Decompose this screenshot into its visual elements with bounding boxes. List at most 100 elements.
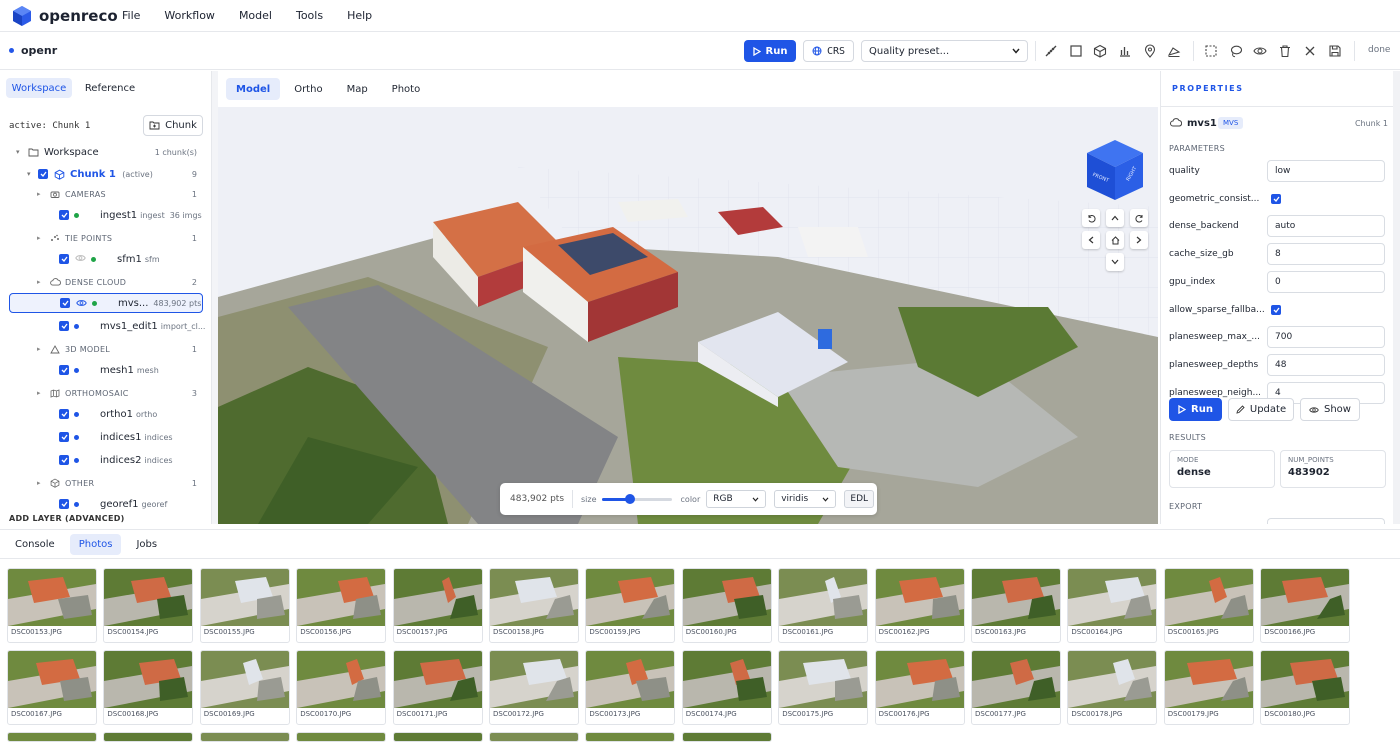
tab-jobs[interactable]: Jobs [127,534,166,555]
photo-thumbnail[interactable] [296,732,387,742]
photo-thumbnail[interactable] [489,732,579,742]
cube-icon[interactable] [1093,44,1107,58]
rotate-left-button[interactable] [1082,209,1100,227]
expand-arrow-icon[interactable]: ▸ [37,190,41,198]
layer-checkbox[interactable] [59,409,69,419]
param-checkbox[interactable] [1271,193,1281,204]
photo-thumbnail[interactable]: DSC00167.JPG [7,650,97,725]
square-icon[interactable] [1069,44,1083,58]
photo-thumbnail[interactable]: DSC00173.JPG [585,650,676,725]
tab-photo[interactable]: Photo [382,78,431,100]
visibility-eye-icon[interactable] [75,254,86,262]
layer-checkbox[interactable] [59,210,69,220]
photo-thumbnail[interactable]: DSC00179.JPG [1163,650,1254,725]
photo-thumbnail[interactable]: DSC00159.JPG [585,568,676,643]
toolbar-run-button[interactable]: Run [744,40,796,62]
tree-layer-item[interactable]: georef1 georef [0,494,211,514]
close-icon[interactable] [1303,44,1317,58]
photo-thumbnail[interactable]: DSC00168.JPG [103,650,194,725]
model-viewport[interactable]: FRONT RIGHT [218,107,1158,524]
tree-layer-item[interactable]: mesh1 mesh [0,360,211,380]
tab-workspace[interactable]: Workspace [6,78,72,98]
tree-layer-item[interactable]: indices1 indices [0,427,211,447]
menu-model[interactable]: Model [239,9,272,22]
param-input[interactable]: 8 [1267,243,1385,266]
photo-thumbnail[interactable]: DSC00174.JPG [681,650,772,725]
photo-thumbnail[interactable]: DSC00163.JPG [971,568,1061,643]
eye-icon[interactable] [1253,44,1267,58]
param-input[interactable]: auto [1267,215,1385,238]
tab-photos[interactable]: Photos [69,533,122,555]
pin-icon[interactable] [1143,44,1157,58]
quality-preset-select[interactable]: Quality preset... [861,40,1028,62]
photo-thumbnail[interactable]: DSC00165.JPG [1163,568,1254,643]
tree-group-dense-cloud[interactable]: ▸ DENSE CLOUD 2 [0,272,211,292]
expand-arrow-icon[interactable]: ▾ [16,148,20,156]
properties-scrollbar[interactable] [1393,71,1400,524]
expand-arrow-icon[interactable]: ▸ [37,389,41,397]
photo-thumbnail[interactable]: DSC00156.JPG [296,568,387,643]
expand-arrow-icon[interactable]: ▸ [37,479,41,487]
ruler-icon[interactable] [1044,44,1058,58]
run-button[interactable]: Run [1169,398,1222,421]
layer-checkbox[interactable] [59,455,69,465]
photo-thumbnail[interactable] [681,732,772,742]
tree-group-orthomosaic[interactable]: ▸ ORTHOMOSAIC 3 [0,383,211,403]
tree-layer-item[interactable]: ortho1 ortho [0,404,211,424]
pan-right-button[interactable] [1130,231,1148,249]
pan-down-button[interactable] [1106,253,1124,271]
tree-group-cameras[interactable]: ▸ CAMERAS 1 [0,184,211,204]
add-layer-label[interactable]: ADD LAYER (ADVANCED) [9,514,125,523]
expand-arrow-icon[interactable]: ▸ [37,234,41,242]
photo-thumbnail[interactable] [103,732,194,742]
tree-chunk[interactable]: ▾ Chunk 1 (active) 9 [0,164,211,184]
photo-thumbnail[interactable]: DSC00157.JPG [392,568,483,643]
photo-thumbnail[interactable]: DSC00166.JPG [1260,568,1351,643]
rotate-right-button[interactable] [1130,209,1148,227]
photo-thumbnail[interactable] [7,732,97,742]
pan-left-button[interactable] [1082,231,1100,249]
tree-layer-item[interactable]: mvs1_edit1 import_cl... [0,316,211,336]
photo-thumbnail[interactable]: DSC00172.JPG [489,650,579,725]
tab-map[interactable]: Map [337,78,378,100]
tab-model[interactable]: Model [226,78,281,100]
param-input[interactable]: low [1267,160,1385,182]
layer-checkbox[interactable] [59,499,69,509]
tree-layer-item[interactable]: indices2 indices [0,450,211,470]
trash-icon[interactable] [1278,44,1292,58]
photo-thumbnail[interactable]: DSC00175.JPG [778,650,869,725]
edl-toggle-button[interactable]: EDL [844,490,875,508]
photo-thumbnail[interactable]: DSC00164.JPG [1067,568,1158,643]
photo-thumbnail[interactable] [392,732,483,742]
tree-layer-item[interactable]: mvs... 483,902 pts [9,293,203,313]
param-input[interactable]: 48 [1267,353,1385,376]
param-checkbox[interactable] [1271,304,1281,315]
tree-group-3d-model[interactable]: ▸ 3D MODEL 1 [0,339,211,359]
photo-thumbnail[interactable]: DSC00177.JPG [971,650,1061,725]
menu-workflow[interactable]: Workflow [164,9,215,22]
tab-console[interactable]: Console [6,534,64,555]
crs-button[interactable]: CRS [803,40,854,62]
photo-thumbnail[interactable]: DSC00158.JPG [489,568,579,643]
photo-thumbnail[interactable]: DSC00154.JPG [103,568,194,643]
param-input[interactable]: 0 [1267,270,1385,293]
pan-up-button[interactable] [1106,209,1124,227]
bar-chart-icon[interactable] [1118,44,1132,58]
photo-thumbnail[interactable]: DSC00170.JPG [296,650,387,725]
point-size-slider[interactable] [601,493,672,505]
expand-arrow-icon[interactable]: ▾ [27,170,31,178]
lasso-icon[interactable] [1229,44,1243,58]
menu-file[interactable]: File [122,9,140,22]
tab-reference[interactable]: Reference [78,78,142,98]
tree-layer-item[interactable]: ingest1 ingest 36 imgs [0,205,211,225]
layer-checkbox[interactable] [59,365,69,375]
tree-group-other[interactable]: ▸ OTHER 1 [0,473,211,493]
layer-checkbox[interactable] [59,321,69,331]
photo-thumbnail[interactable]: DSC00155.JPG [199,568,290,643]
photo-thumbnail[interactable]: DSC00161.JPG [778,568,869,643]
area-icon[interactable] [1167,44,1181,58]
slider-knob[interactable] [624,494,635,504]
layer-checkbox[interactable] [60,298,70,308]
photo-thumbnail[interactable] [199,732,290,742]
update-button[interactable]: Update [1228,398,1294,421]
